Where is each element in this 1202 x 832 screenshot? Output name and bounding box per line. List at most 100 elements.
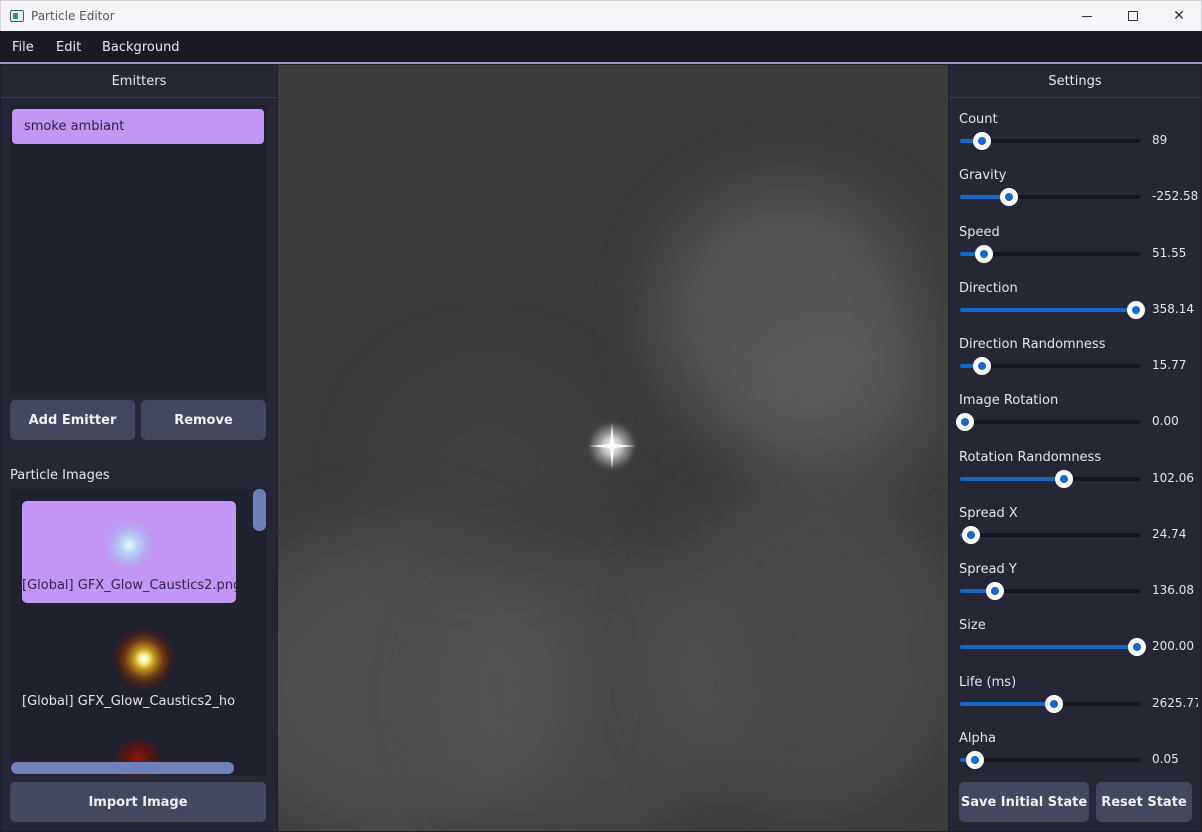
- setting-value: 51.55: [1152, 246, 1187, 260]
- smoke-cloud: [378, 365, 598, 565]
- setting-label: Image Rotation: [959, 393, 1059, 408]
- setting-value: 2625.77: [1152, 696, 1198, 710]
- close-button[interactable]: ✕: [1156, 1, 1202, 31]
- menu-edit[interactable]: Edit: [56, 40, 81, 55]
- setting-value: 0.00: [1152, 414, 1179, 428]
- setting-label: Spread X: [959, 506, 1018, 521]
- horizontal-scrollbar[interactable]: [11, 762, 234, 774]
- smoke-cloud: [738, 315, 938, 495]
- slider-handle[interactable]: [999, 188, 1018, 206]
- particle-images-list[interactable]: [Global] GFX_Glow_Caustics2.png [Global]…: [10, 489, 267, 776]
- slider-handle[interactable]: [972, 132, 991, 150]
- setting-value: 136.08: [1152, 583, 1194, 597]
- setting-row: Direction 358.14: [949, 281, 1201, 337]
- slider-handle[interactable]: [956, 413, 975, 431]
- menu-background[interactable]: Background: [102, 40, 180, 55]
- particle-image-caption: [Global] GFX_Glow_Caustics2_hot1.png: [22, 694, 236, 709]
- caustics-hot-thumbnail-icon: [112, 627, 176, 691]
- setting-row: Spread Y 136.08: [949, 562, 1201, 618]
- setting-row: Direction Randomness 15.77: [949, 337, 1201, 393]
- particle-canvas[interactable]: [278, 65, 948, 831]
- settings-header: Settings: [949, 65, 1201, 98]
- slider-handle[interactable]: [1044, 695, 1063, 713]
- slider-handle[interactable]: [1127, 301, 1146, 319]
- setting-label: Alpha: [959, 731, 996, 746]
- import-image-button[interactable]: Import Image: [10, 782, 266, 822]
- slider-fill: [960, 308, 1137, 312]
- setting-label: Gravity: [959, 168, 1007, 183]
- setting-row: Speed 51.55: [949, 225, 1201, 281]
- setting-label: Size: [959, 618, 986, 633]
- slider-track[interactable]: [960, 132, 1140, 150]
- maximize-button[interactable]: [1110, 1, 1156, 31]
- slider-track[interactable]: [960, 695, 1140, 713]
- menu-file[interactable]: File: [12, 40, 34, 55]
- remove-emitter-button[interactable]: Remove: [141, 400, 266, 440]
- slider-track[interactable]: [960, 638, 1147, 656]
- reset-state-button[interactable]: Reset State: [1096, 782, 1192, 822]
- setting-label: Count: [959, 112, 998, 127]
- setting-row: Gravity -252.58: [949, 168, 1201, 224]
- slider-track[interactable]: [960, 245, 1140, 263]
- setting-row: Count 89: [949, 112, 1201, 168]
- app-icon: [10, 10, 24, 22]
- setting-label: Direction: [959, 281, 1018, 296]
- setting-label: Direction Randomness: [959, 337, 1106, 352]
- setting-row: Size 200.00: [949, 618, 1201, 674]
- slider-fill: [960, 702, 1054, 706]
- slider-handle[interactable]: [966, 751, 985, 769]
- minimize-button[interactable]: [1064, 1, 1110, 31]
- slider-track[interactable]: [960, 357, 1140, 375]
- setting-value: 15.77: [1152, 358, 1187, 372]
- slider-handle[interactable]: [961, 526, 980, 544]
- setting-row: Alpha 0.05: [949, 731, 1201, 787]
- setting-value: -252.58: [1152, 189, 1198, 203]
- slider-track[interactable]: [960, 470, 1140, 488]
- slider-track[interactable]: [960, 582, 1140, 600]
- window-title: Particle Editor: [31, 9, 115, 23]
- caustics-thumbnail-icon: [104, 523, 154, 567]
- emitters-header: Emitters: [1, 65, 277, 98]
- setting-label: Rotation Randomness: [959, 450, 1102, 465]
- emitter-spark-icon: [585, 419, 639, 473]
- setting-label: Life (ms): [959, 675, 1017, 690]
- title-bar: Particle Editor ✕: [0, 0, 1202, 31]
- slider-handle[interactable]: [1128, 638, 1147, 656]
- setting-row: Rotation Randomness 102.06: [949, 450, 1201, 506]
- emitters-panel: Emitters smoke ambiant Add Emitter Remov…: [1, 65, 277, 831]
- slider-handle[interactable]: [975, 245, 994, 263]
- emitter-item[interactable]: smoke ambiant: [12, 109, 264, 144]
- minimize-icon: [1082, 15, 1092, 17]
- add-emitter-button[interactable]: Add Emitter: [10, 400, 135, 440]
- close-icon: ✕: [1173, 8, 1185, 24]
- setting-row: Spread X 24.74: [949, 506, 1201, 562]
- slider-track[interactable]: [960, 751, 1140, 769]
- slider-handle[interactable]: [986, 582, 1005, 600]
- particle-image-item[interactable]: [Global] GFX_Glow_Caustics2_hot1.png: [22, 617, 236, 719]
- setting-row: Life (ms) 2625.77: [949, 675, 1201, 731]
- menu-bar: File Edit Background: [0, 31, 1202, 64]
- slider-handle[interactable]: [972, 357, 991, 375]
- setting-value: 358.14: [1152, 302, 1194, 316]
- setting-value: 200.00: [1152, 639, 1194, 653]
- slider-track[interactable]: [960, 301, 1146, 319]
- slider-fill: [960, 645, 1138, 649]
- emitter-list[interactable]: smoke ambiant: [10, 105, 267, 395]
- setting-label: Speed: [959, 225, 1000, 240]
- particle-image-caption: [Global] GFX_Glow_Caustics2.png: [22, 578, 236, 593]
- particle-image-item[interactable]: [Global] GFX_Glow_Caustics2.png: [22, 501, 236, 603]
- slider-handle[interactable]: [1055, 470, 1074, 488]
- slider-fill: [960, 477, 1065, 481]
- save-initial-state-button[interactable]: Save Initial State: [959, 782, 1089, 822]
- maximize-icon: [1128, 11, 1138, 21]
- settings-panel: Settings Count 89 Gravity -252.58 Speed 51.55…: [949, 65, 1201, 831]
- vertical-scrollbar[interactable]: [253, 489, 266, 531]
- setting-value: 89: [1152, 133, 1168, 147]
- setting-row: Image Rotation 0.00: [949, 393, 1201, 449]
- setting-value: 102.06: [1152, 471, 1194, 485]
- slider-track[interactable]: [960, 188, 1140, 206]
- slider-track[interactable]: [960, 526, 1140, 544]
- slider-track[interactable]: [956, 413, 1140, 431]
- setting-label: Spread Y: [959, 562, 1017, 577]
- setting-value: 0.05: [1152, 752, 1179, 766]
